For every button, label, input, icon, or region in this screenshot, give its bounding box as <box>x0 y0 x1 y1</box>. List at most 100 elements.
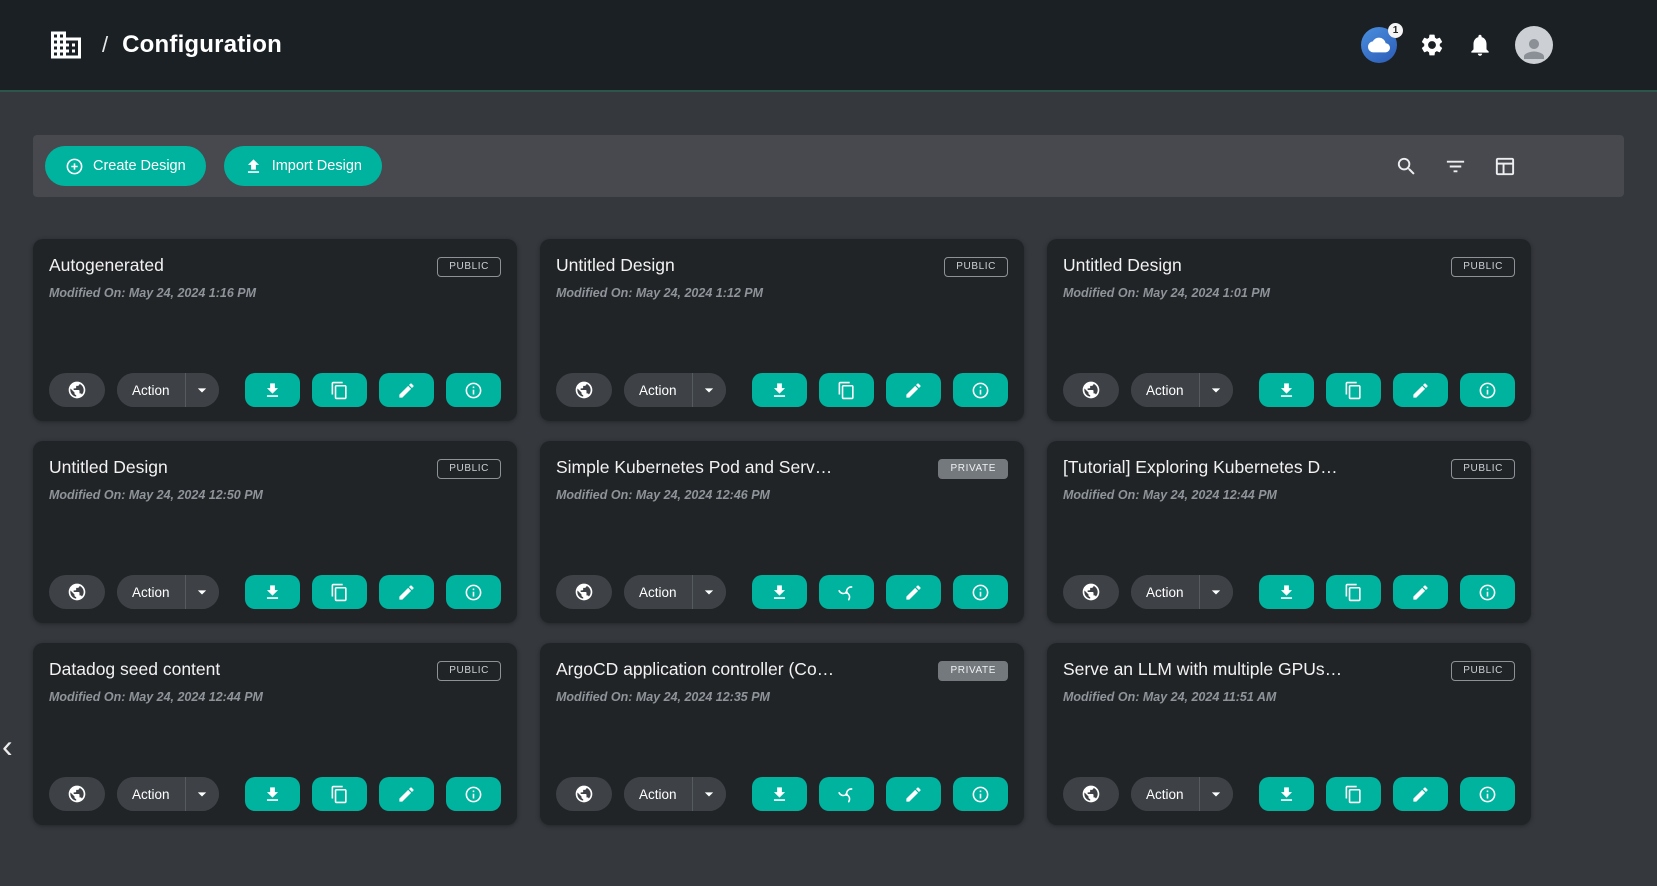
settings-gear-icon[interactable] <box>1419 32 1445 58</box>
visibility-badge: PUBLIC <box>1451 459 1515 479</box>
info-icon <box>971 583 990 602</box>
design-card: Autogenerated PUBLIC Modified On: May 24… <box>33 239 517 421</box>
design-title: Untitled Design <box>1063 255 1182 276</box>
modified-date: Modified On: May 24, 2024 12:44 PM <box>49 690 501 704</box>
download-button[interactable] <box>1259 777 1314 811</box>
visibility-globe-button[interactable] <box>1063 373 1119 407</box>
visibility-badge: PUBLIC <box>437 459 501 479</box>
copy-button[interactable] <box>312 575 367 609</box>
whirl-icon <box>837 785 856 804</box>
copy-button[interactable] <box>819 373 874 407</box>
download-icon <box>770 785 789 804</box>
download-button[interactable] <box>1259 373 1314 407</box>
copy-button[interactable] <box>1326 373 1381 407</box>
action-dropdown-caret[interactable] <box>1200 575 1233 609</box>
download-button[interactable] <box>245 777 300 811</box>
info-button[interactable] <box>953 373 1008 407</box>
edit-button[interactable] <box>379 575 434 609</box>
action-button[interactable]: Action <box>117 777 186 811</box>
info-button[interactable] <box>1460 373 1515 407</box>
visibility-globe-button[interactable] <box>1063 777 1119 811</box>
info-button[interactable] <box>1460 777 1515 811</box>
visibility-badge: PRIVATE <box>938 459 1008 479</box>
edit-button[interactable] <box>379 373 434 407</box>
breadcrumb-separator: / <box>102 32 108 58</box>
globe-icon <box>1081 784 1101 804</box>
action-button[interactable]: Action <box>1131 373 1200 407</box>
edit-button[interactable] <box>1393 575 1448 609</box>
download-button[interactable] <box>245 373 300 407</box>
action-button[interactable]: Action <box>624 575 693 609</box>
edit-button[interactable] <box>886 575 941 609</box>
info-button[interactable] <box>1460 575 1515 609</box>
card-action-bar: Action <box>49 575 501 609</box>
filter-icon[interactable] <box>1444 155 1467 178</box>
action-dropdown-caret[interactable] <box>693 373 726 407</box>
info-button[interactable] <box>446 777 501 811</box>
chevron-left-icon[interactable]: ‹ <box>2 730 13 762</box>
create-design-button[interactable]: Create Design <box>45 146 206 186</box>
visibility-globe-button[interactable] <box>49 373 105 407</box>
action-button[interactable]: Action <box>1131 575 1200 609</box>
action-dropdown-caret[interactable] <box>693 575 726 609</box>
download-button[interactable] <box>752 575 807 609</box>
download-icon <box>770 381 789 400</box>
visibility-globe-button[interactable] <box>49 575 105 609</box>
visibility-globe-button[interactable] <box>556 777 612 811</box>
edit-button[interactable] <box>379 777 434 811</box>
whirl-button[interactable] <box>819 575 874 609</box>
visibility-badge: PRIVATE <box>938 661 1008 681</box>
building-icon[interactable] <box>48 27 84 63</box>
design-card: Untitled Design PUBLIC Modified On: May … <box>1047 239 1531 421</box>
copy-button[interactable] <box>1326 777 1381 811</box>
visibility-globe-button[interactable] <box>556 373 612 407</box>
action-dropdown-caret[interactable] <box>1200 373 1233 407</box>
action-button[interactable]: Action <box>1131 777 1200 811</box>
import-design-button[interactable]: Import Design <box>224 146 382 186</box>
visibility-globe-button[interactable] <box>1063 575 1119 609</box>
download-icon <box>1277 381 1296 400</box>
globe-icon <box>67 582 87 602</box>
edit-button[interactable] <box>1393 373 1448 407</box>
search-icon[interactable] <box>1395 155 1418 178</box>
caret-down-icon <box>699 582 719 602</box>
import-design-label: Import Design <box>272 158 362 174</box>
card-action-bar: Action <box>1063 777 1515 811</box>
action-button[interactable]: Action <box>624 777 693 811</box>
download-icon <box>1277 583 1296 602</box>
visibility-globe-button[interactable] <box>556 575 612 609</box>
visibility-globe-button[interactable] <box>49 777 105 811</box>
action-dropdown-caret[interactable] <box>186 575 219 609</box>
download-button[interactable] <box>752 373 807 407</box>
user-avatar[interactable] <box>1515 26 1553 64</box>
action-dropdown-caret[interactable] <box>1200 777 1233 811</box>
design-title: ArgoCD application controller (Co… <box>556 659 834 680</box>
copy-button[interactable] <box>312 373 367 407</box>
copy-button[interactable] <box>1326 575 1381 609</box>
edit-button[interactable] <box>886 777 941 811</box>
info-button[interactable] <box>446 575 501 609</box>
action-button[interactable]: Action <box>624 373 693 407</box>
copy-button[interactable] <box>312 777 367 811</box>
info-button[interactable] <box>953 777 1008 811</box>
action-dropdown-caret[interactable] <box>186 373 219 407</box>
action-button[interactable]: Action <box>117 373 186 407</box>
pencil-icon <box>1411 583 1430 602</box>
info-button[interactable] <box>446 373 501 407</box>
action-button[interactable]: Action <box>117 575 186 609</box>
design-card: [Tutorial] Exploring Kubernetes D… PUBLI… <box>1047 441 1531 623</box>
modified-date: Modified On: May 24, 2024 1:16 PM <box>49 286 501 300</box>
caret-down-icon <box>192 380 212 400</box>
download-button[interactable] <box>1259 575 1314 609</box>
action-dropdown-caret[interactable] <box>186 777 219 811</box>
whirl-button[interactable] <box>819 777 874 811</box>
download-button[interactable] <box>245 575 300 609</box>
info-button[interactable] <box>953 575 1008 609</box>
action-dropdown-caret[interactable] <box>693 777 726 811</box>
edit-button[interactable] <box>886 373 941 407</box>
edit-button[interactable] <box>1393 777 1448 811</box>
notifications-bell-icon[interactable] <box>1467 32 1493 58</box>
table-view-icon[interactable] <box>1493 155 1516 178</box>
cloud-extension-button[interactable]: 1 <box>1361 27 1397 63</box>
download-button[interactable] <box>752 777 807 811</box>
